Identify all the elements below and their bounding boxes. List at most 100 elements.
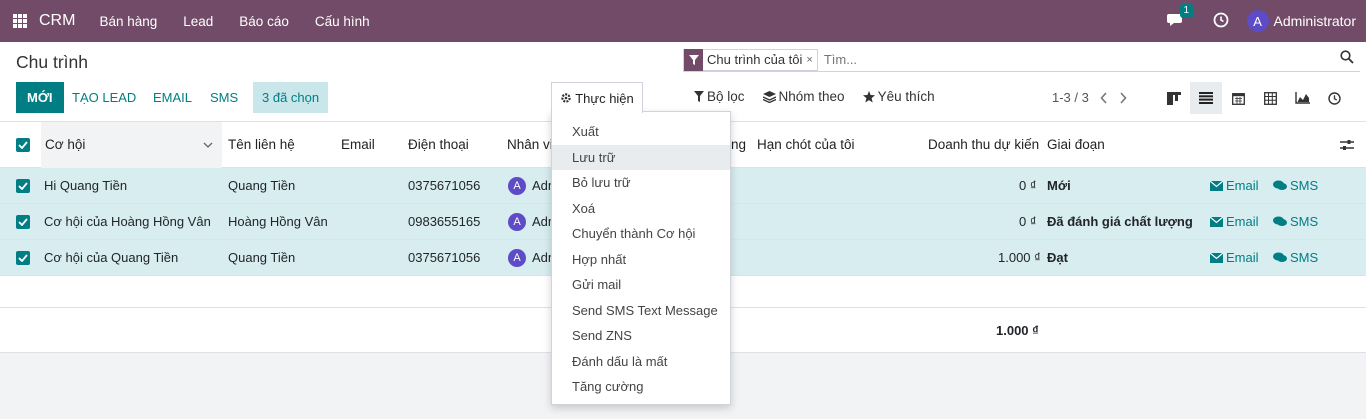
cell-phone[interactable]: 0375671056 bbox=[408, 168, 480, 203]
row-checkbox[interactable] bbox=[16, 240, 30, 275]
envelope-icon bbox=[1210, 216, 1223, 227]
header-salesperson[interactable]: Nhân vi bbox=[507, 122, 553, 167]
create-lead-button[interactable]: TẠO LEAD bbox=[72, 82, 136, 113]
activities-button[interactable] bbox=[1213, 12, 1229, 31]
header-revenue[interactable]: Doanh thu dự kiến bbox=[928, 122, 1039, 167]
search-facet[interactable]: Chu trình của tôi × bbox=[683, 48, 818, 71]
menu-item-convert-opportunity[interactable]: Chuyển thành Cơ hội bbox=[552, 221, 730, 247]
sms-button[interactable]: SMS bbox=[210, 82, 238, 113]
menu-config[interactable]: Cấu hình bbox=[315, 14, 370, 29]
pager-value[interactable]: 1-3 / 3 bbox=[1052, 90, 1089, 105]
filter-button[interactable]: Bộ lọc bbox=[694, 89, 745, 104]
star-icon bbox=[862, 90, 875, 102]
header-deadline[interactable]: Hạn chót của tôi bbox=[757, 122, 855, 167]
pivot-icon bbox=[1263, 91, 1277, 105]
select-all-checkbox[interactable] bbox=[16, 122, 30, 167]
groupby-button[interactable]: Nhóm theo bbox=[762, 89, 845, 104]
comments-icon bbox=[1273, 252, 1287, 262]
new-button[interactable]: MỚI bbox=[16, 82, 64, 113]
pivot-view-button[interactable] bbox=[1254, 82, 1286, 114]
menu-item-delete[interactable]: Xoá bbox=[552, 196, 730, 222]
list-view-button[interactable] bbox=[1190, 82, 1222, 114]
row-sms-button[interactable]: SMS bbox=[1273, 204, 1318, 239]
row-sms-button[interactable]: SMS bbox=[1273, 168, 1318, 203]
row-checkbox[interactable] bbox=[16, 168, 30, 203]
list-icon bbox=[1199, 92, 1213, 104]
header-stage[interactable]: Giai đoạn bbox=[1047, 122, 1105, 167]
row-checkbox[interactable] bbox=[16, 204, 30, 239]
cell-contact[interactable]: Quang Tiền bbox=[228, 168, 295, 203]
header-email[interactable]: Email bbox=[341, 122, 375, 167]
user-name[interactable]: Administrator bbox=[1274, 13, 1356, 29]
cell-revenue[interactable]: 0 ₫ bbox=[1019, 168, 1037, 203]
cell-phone[interactable]: 0375671056 bbox=[408, 240, 480, 275]
cell-opportunity[interactable]: Cơ hội của Hoàng Hồng Vân bbox=[44, 204, 211, 239]
apps-grid-icon[interactable] bbox=[13, 14, 27, 28]
filter-facet-icon bbox=[684, 48, 703, 71]
calendar-view-button[interactable] bbox=[1222, 82, 1254, 114]
menu-item-enrich[interactable]: Tăng cường bbox=[552, 374, 730, 400]
comments-icon bbox=[1273, 180, 1287, 190]
menu-item-send-mail[interactable]: Gửi mail bbox=[552, 272, 730, 298]
cell-revenue[interactable]: 1.000 ₫ bbox=[998, 240, 1041, 275]
menu-item-export[interactable]: Xuất bbox=[552, 119, 730, 145]
sort-chevron-down-icon[interactable] bbox=[203, 122, 213, 167]
chat-badge: 1 bbox=[1179, 4, 1194, 18]
cell-stage[interactable]: Mới bbox=[1047, 168, 1071, 203]
cell-opportunity[interactable]: Cơ hội của Quang Tiền bbox=[44, 240, 178, 275]
row-sms-button[interactable]: SMS bbox=[1273, 240, 1318, 275]
header-activity[interactable]: ng bbox=[731, 122, 746, 167]
search-bar: Chu trình của tôi × bbox=[683, 48, 1360, 72]
filter-label: Bộ lọc bbox=[707, 89, 745, 104]
favorites-label: Yêu thích bbox=[877, 89, 935, 104]
envelope-icon bbox=[1210, 252, 1223, 263]
menu-sales[interactable]: Bán hàng bbox=[99, 14, 157, 29]
menu-reports[interactable]: Báo cáo bbox=[239, 14, 289, 29]
header-phone[interactable]: Điện thoại bbox=[408, 122, 469, 167]
menu-item-unarchive[interactable]: Bỏ lưu trữ bbox=[552, 170, 730, 196]
menu-item-merge[interactable]: Hợp nhất bbox=[552, 247, 730, 273]
comments-icon bbox=[1273, 216, 1287, 226]
cell-revenue[interactable]: 0 ₫ bbox=[1019, 204, 1037, 239]
email-button[interactable]: EMAIL bbox=[153, 82, 192, 113]
search-icon[interactable] bbox=[1340, 50, 1354, 67]
cell-phone[interactable]: 0983655165 bbox=[408, 204, 480, 239]
cell-stage[interactable]: Đạt bbox=[1047, 240, 1068, 275]
row-email-button[interactable]: Email bbox=[1210, 204, 1259, 239]
action-button[interactable]: Thực hiện bbox=[551, 82, 643, 113]
activity-view-button[interactable] bbox=[1318, 82, 1350, 114]
cell-stage[interactable]: Đã đánh giá chất lượng bbox=[1047, 204, 1193, 239]
favorites-button[interactable]: Yêu thích bbox=[862, 89, 935, 104]
app-brand[interactable]: CRM bbox=[39, 12, 75, 30]
menu-item-mark-lost[interactable]: Đánh dấu là mất bbox=[552, 349, 730, 375]
row-email-label: Email bbox=[1226, 214, 1259, 229]
row-email-button[interactable]: Email bbox=[1210, 240, 1259, 275]
chevron-right-icon[interactable] bbox=[1119, 91, 1127, 104]
optional-columns-icon[interactable] bbox=[1340, 122, 1354, 167]
cell-contact[interactable]: Quang Tiền bbox=[228, 240, 295, 275]
chevron-left-icon[interactable] bbox=[1100, 91, 1108, 104]
header-contact[interactable]: Tên liên hệ bbox=[228, 122, 295, 167]
user-avatar[interactable]: A bbox=[1246, 10, 1269, 32]
row-sms-label: SMS bbox=[1290, 178, 1319, 193]
cell-contact[interactable]: Hoàng Hồng Vân bbox=[228, 204, 328, 239]
filter-icon bbox=[694, 91, 704, 102]
menu-item-send-zns[interactable]: Send ZNS bbox=[552, 323, 730, 349]
kanban-icon bbox=[1167, 91, 1181, 105]
selected-count[interactable]: 3 đã chọn bbox=[253, 82, 329, 113]
row-sms-label: SMS bbox=[1290, 214, 1319, 229]
avatar: A bbox=[508, 248, 526, 267]
pager: 1-3 / 3 bbox=[1052, 90, 1127, 105]
kanban-view-button[interactable] bbox=[1158, 82, 1190, 114]
header-opportunity[interactable]: Cơ hội bbox=[45, 122, 85, 167]
cell-opportunity[interactable]: Hi Quang Tiền bbox=[44, 168, 127, 203]
menu-item-archive[interactable]: Lưu trữ bbox=[552, 144, 730, 170]
row-email-button[interactable]: Email bbox=[1210, 168, 1259, 203]
facet-remove-icon[interactable]: × bbox=[806, 54, 816, 66]
menu-lead[interactable]: Lead bbox=[183, 14, 213, 29]
search-input[interactable] bbox=[823, 52, 1304, 67]
menu-item-send-sms[interactable]: Send SMS Text Message bbox=[552, 298, 730, 324]
messages-button[interactable]: 1 bbox=[1166, 4, 1194, 30]
page-title: Chu trình bbox=[16, 52, 88, 72]
graph-view-button[interactable] bbox=[1286, 82, 1318, 114]
